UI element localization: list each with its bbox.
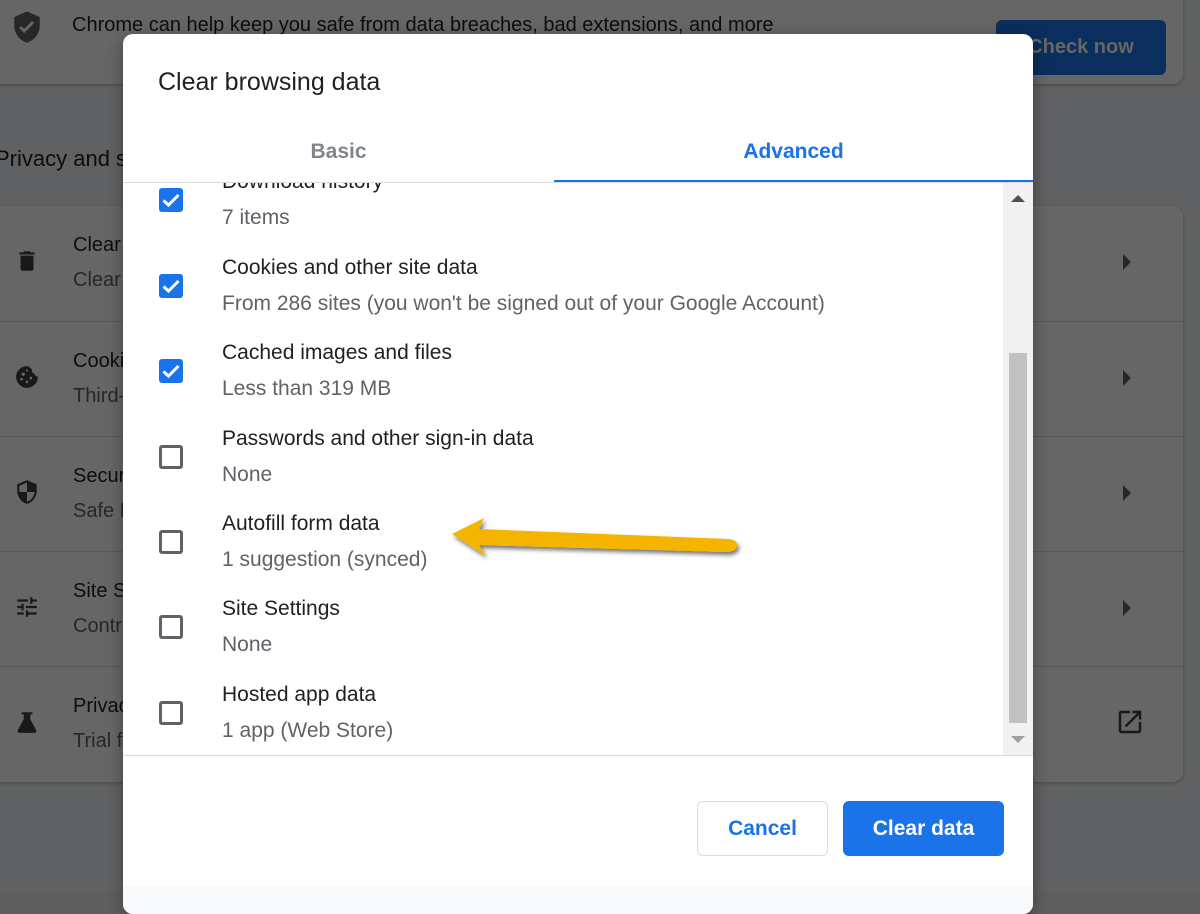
tab-advanced[interactable]: Advanced (554, 122, 1033, 183)
list-item-cookies[interactable]: Cookies and other site data From 286 sit… (123, 246, 1003, 332)
list-item-hosted-app-data[interactable]: Hosted app data 1 app (Web Store) (123, 673, 1003, 755)
item-detail: 7 items (222, 206, 290, 229)
item-detail: 1 suggestion (synced) (222, 548, 428, 571)
cached-images-checkbox[interactable] (159, 359, 183, 383)
list-scrollbar[interactable] (1003, 183, 1033, 755)
list-item-site-settings[interactable]: Site Settings None (123, 587, 1003, 673)
data-types-list: Download history 7 items Cookies and oth… (123, 183, 1033, 755)
item-label: Hosted app data (222, 683, 377, 706)
tab-basic[interactable]: Basic (123, 122, 554, 182)
item-label: Cookies and other site data (222, 256, 478, 279)
cancel-button[interactable]: Cancel (697, 801, 828, 856)
checkmark-icon (162, 193, 180, 208)
item-detail: Less than 319 MB (222, 377, 392, 400)
annotation-arrow-icon (452, 518, 738, 556)
list-item-passwords[interactable]: Passwords and other sign-in data None (123, 417, 1003, 503)
scroll-down-arrow-icon[interactable] (1011, 736, 1025, 743)
checkmark-icon (162, 364, 180, 379)
autofill-checkbox[interactable] (159, 530, 183, 554)
checkmark-icon (162, 279, 180, 294)
item-detail: None (222, 633, 273, 656)
cookies-checkbox[interactable] (159, 274, 183, 298)
dialog-title: Clear browsing data (158, 68, 381, 96)
item-label: Passwords and other sign-in data (222, 427, 534, 450)
item-detail: 1 app (Web Store) (222, 719, 394, 742)
scrollbar-thumb[interactable] (1009, 353, 1027, 723)
scroll-up-arrow-icon[interactable] (1011, 195, 1025, 202)
annotation-arrow-shape (452, 518, 738, 556)
list-item-cached-images[interactable]: Cached images and files Less than 319 MB (123, 331, 1003, 417)
hosted-app-data-checkbox[interactable] (159, 701, 183, 725)
site-settings-checkbox[interactable] (159, 615, 183, 639)
item-label: Cached images and files (222, 341, 452, 364)
clear-data-button[interactable]: Clear data (843, 801, 1004, 856)
clear-browsing-data-dialog: Clear browsing data Basic Advanced Downl… (123, 34, 1033, 914)
item-label: Autofill form data (222, 512, 380, 535)
download-history-checkbox[interactable] (159, 188, 183, 212)
item-label: Download history (222, 183, 383, 194)
item-label: Site Settings (222, 597, 340, 620)
dialog-footer-strip (123, 886, 1033, 914)
footer-divider (123, 755, 1033, 756)
item-detail: From 286 sites (you won't be signed out … (222, 292, 825, 315)
item-detail: None (222, 463, 273, 486)
list-item-download-history[interactable]: Download history 7 items (123, 183, 1003, 246)
dialog-tabs: Basic Advanced (123, 122, 1033, 183)
passwords-checkbox[interactable] (159, 445, 183, 469)
